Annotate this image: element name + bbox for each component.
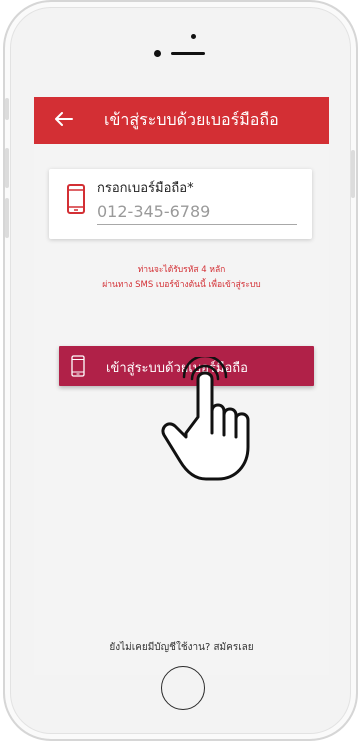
- page-title: เข้าสู่ระบบด้วยเบอร์มือถือ: [104, 110, 279, 129]
- proximity-sensor: [154, 50, 161, 57]
- signup-link[interactable]: ยังไม่เคยมีบัญชีใช้งาน? สมัครเลย: [34, 640, 329, 655]
- app-screen: เข้าสู่ระบบด้วยเบอร์มือถือ กรอกเบอร์มือถ…: [34, 97, 329, 675]
- phone-field-label: กรอกเบอร์มือถือ*: [97, 181, 194, 196]
- info-text-line-1: ท่านจะได้รับรหัส 4 หลัก: [137, 265, 226, 275]
- earpiece-speaker: [171, 52, 205, 55]
- mobile-phone-icon: [66, 184, 86, 214]
- mute-switch: [5, 98, 9, 120]
- volume-down-button: [5, 198, 9, 238]
- mobile-phone-icon: [71, 355, 85, 377]
- home-button[interactable]: [161, 666, 205, 710]
- info-text-line-2: ผ่านทาง SMS เบอร์ข้างต้นนี้ เพื่อเข้าสู่…: [102, 280, 261, 290]
- stage: เข้าสู่ระบบด้วยเบอร์มือถือ กรอกเบอร์มือถ…: [0, 0, 363, 743]
- volume-up-button: [5, 148, 9, 188]
- front-camera: [191, 34, 196, 39]
- hand-pointer-icon: [161, 357, 250, 481]
- arrow-left-icon[interactable]: [52, 107, 76, 131]
- app-header: เข้าสู่ระบบด้วยเบอร์มือถือ: [34, 97, 329, 144]
- power-button: [351, 150, 355, 198]
- phone-number-field[interactable]: [97, 198, 297, 225]
- phone-input-card: กรอกเบอร์มือถือ*: [49, 169, 312, 239]
